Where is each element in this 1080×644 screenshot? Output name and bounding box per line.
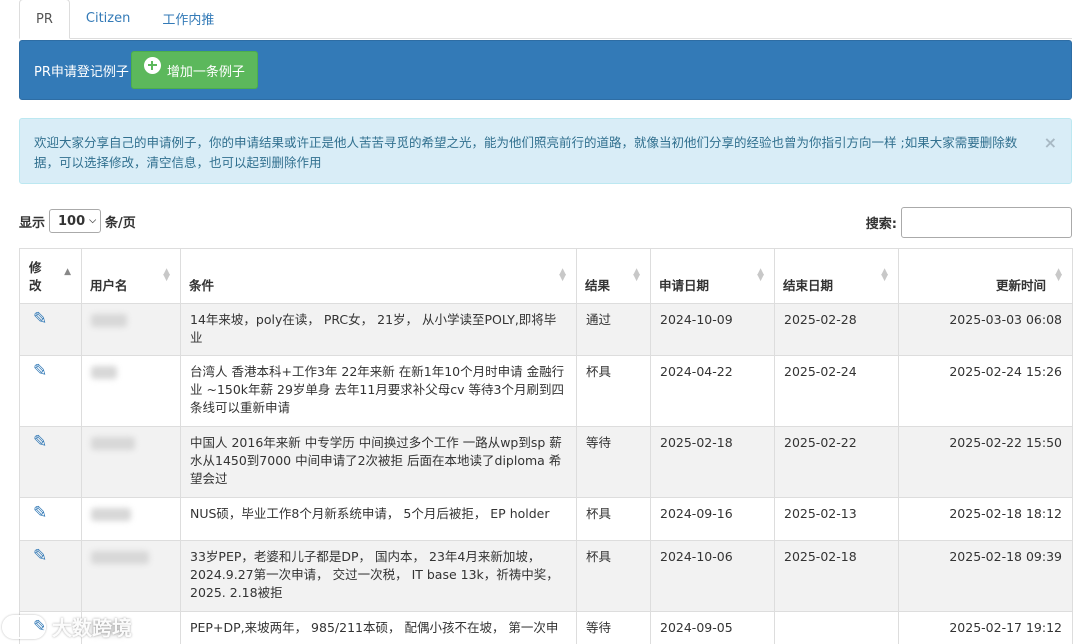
end-date-cell: 2025-02-22 (774, 426, 899, 498)
condition-cell: 14年来坡，poly在读， PRC女， 21岁， 从小学读至POLY,即将毕业 (180, 303, 577, 356)
end-date-cell: 2025-02-24 (774, 355, 899, 427)
pencil-icon[interactable]: ✎ (33, 362, 47, 380)
blurred-username (91, 437, 135, 450)
apply-date-cell: 2024-10-06 (650, 540, 775, 612)
apply-date-cell: 2024-04-22 (650, 355, 775, 427)
updated-cell: 2025-02-17 19:12 (898, 611, 1073, 644)
blurred-username (91, 551, 149, 564)
watermark-logo-icon (2, 614, 46, 639)
tab-citizen[interactable]: Citizen (70, 0, 146, 38)
pencil-icon[interactable]: ✎ (33, 310, 47, 328)
blurred-username (91, 314, 127, 327)
tab-bar: PR Citizen 工作内推 (19, 0, 1072, 39)
tab-pr[interactable]: PR (19, 0, 70, 39)
updated-cell: 2025-02-24 15:26 (898, 355, 1073, 427)
pencil-icon[interactable]: ✎ (33, 504, 47, 522)
table-row: ✎ NUS硕，毕业工作8个月新系统申请， 5个月后被拒， EP holder 杯… (19, 497, 1073, 541)
info-alert: 欢迎大家分享自己的申请例子，你的申请结果或许正是他人苦苦寻觅的希望之光，能为他们… (19, 118, 1072, 184)
search-input[interactable] (901, 207, 1072, 238)
table-row: ✎ PEP+DP,来坡两年， 985/211本硕， 配偶小孩不在坡， 第一次申 … (19, 611, 1073, 644)
apply-date-cell: 2024-10-09 (650, 303, 775, 356)
search-label: 搜索: (865, 217, 897, 232)
table-controls: 显示 100 ⌵ 条/页 搜索: (19, 207, 1072, 239)
apply-date-cell: 2024-09-16 (650, 497, 775, 541)
page-length-control: 显示 100 ⌵ 条/页 (19, 209, 136, 233)
page-size-select[interactable]: 100 ⌵ (49, 209, 102, 233)
page-size-value: 100 (58, 213, 86, 229)
blurred-username (91, 508, 131, 521)
apply-date-cell: 2024-09-05 (650, 611, 775, 644)
result-cell: 通过 (576, 303, 651, 356)
blurred-username (91, 366, 117, 379)
condition-cell: 中国人 2016年来新 中专学历 中间换过多个工作 一路从wp到sp 薪水从14… (180, 426, 577, 498)
result-cell: 杯具 (576, 540, 651, 612)
result-cell: 等待 (576, 611, 651, 644)
updated-cell: 2025-02-22 15:50 (898, 426, 1073, 498)
table-row: ✎ 中国人 2016年来新 中专学历 中间换过多个工作 一路从wp到sp 薪水从… (19, 426, 1073, 498)
end-date-cell: 2025-02-18 (774, 540, 899, 612)
column-header-apply-date[interactable]: 申请日期 ▲ ▼ (650, 248, 775, 304)
updated-cell: 2025-02-18 09:39 (898, 540, 1073, 612)
plus-circle-icon (143, 56, 161, 74)
add-example-button[interactable]: 增加一条例子 (130, 51, 258, 89)
table-header-row: 修改 ▲ 用户名 ▲ ▼ 条件 ▲ ▼ 结果 ▲ ▼ 申请日期 ▲ ▼ 结束日期 ▲ ▼ 更新时间 ▲ ▼ (19, 248, 1073, 304)
updated-cell: 2025-02-18 18:12 (898, 497, 1073, 541)
info-alert-text: 欢迎大家分享自己的申请例子，你的申请结果或许正是他人苦苦寻觅的希望之光，能为他们… (34, 135, 1018, 170)
table-row: ✎ 台湾人 香港本科+工作3年 22年来新 在新1年10个月时申请 金融行业 ~… (19, 355, 1073, 427)
add-example-label: 增加一条例子 (166, 64, 245, 80)
updated-cell: 2025-03-03 06:08 (898, 303, 1073, 356)
column-header-end-date[interactable]: 结束日期 ▲ ▼ (774, 248, 899, 304)
end-date-cell (774, 611, 899, 644)
search-control: 搜索: (866, 207, 1072, 238)
pencil-icon[interactable]: ✎ (33, 433, 47, 451)
result-cell: 杯具 (576, 355, 651, 427)
panel-heading: PR申请登记例子 增加一条例子 (19, 40, 1072, 100)
per-page-label: 条/页 (105, 215, 136, 231)
close-icon[interactable]: × (1044, 133, 1057, 153)
table-row: ✎ 14年来坡，poly在读， PRC女， 21岁， 从小学读至POLY,即将毕… (19, 303, 1073, 356)
condition-cell: 33岁PEP，老婆和儿子都是DP， 国内本， 23年4月来新加坡， 2024.9… (180, 540, 577, 612)
column-header-edit[interactable]: 修改 ▲ (19, 248, 82, 304)
result-cell: 等待 (576, 426, 651, 498)
watermark: 大数跨境 (2, 612, 132, 641)
result-cell: 杯具 (576, 497, 651, 541)
chevron-down-icon: ⌵ (89, 216, 97, 226)
column-header-username[interactable]: 用户名 ▲ ▼ (81, 248, 181, 304)
column-header-result[interactable]: 结果 ▲ ▼ (576, 248, 651, 304)
tab-job-referral[interactable]: 工作内推 (146, 0, 230, 38)
apply-date-cell: 2025-02-18 (650, 426, 775, 498)
show-label: 显示 (19, 215, 46, 231)
panel-title: PR申请登记例子 (34, 64, 129, 80)
end-date-cell: 2025-02-28 (774, 303, 899, 356)
column-header-updated[interactable]: 更新时间 ▲ ▼ (898, 248, 1073, 304)
condition-cell: PEP+DP,来坡两年， 985/211本硕， 配偶小孩不在坡， 第一次申 (180, 611, 577, 644)
pr-examples-table: 修改 ▲ 用户名 ▲ ▼ 条件 ▲ ▼ 结果 ▲ ▼ 申请日期 ▲ ▼ 结束日期 ▲ ▼ 更新时间 ▲ ▼… (19, 248, 1073, 644)
condition-cell: 台湾人 香港本科+工作3年 22年来新 在新1年10个月时申请 金融行业 ~15… (180, 355, 577, 427)
pencil-icon[interactable]: ✎ (33, 547, 47, 565)
table-row: ✎ 33岁PEP，老婆和儿子都是DP， 国内本， 23年4月来新加坡， 2024… (19, 540, 1073, 612)
end-date-cell: 2025-02-13 (774, 497, 899, 541)
condition-cell: NUS硕，毕业工作8个月新系统申请， 5个月后被拒， EP holder (180, 497, 577, 541)
watermark-text: 大数跨境 (52, 616, 132, 640)
column-header-condition[interactable]: 条件 ▲ ▼ (180, 248, 577, 304)
